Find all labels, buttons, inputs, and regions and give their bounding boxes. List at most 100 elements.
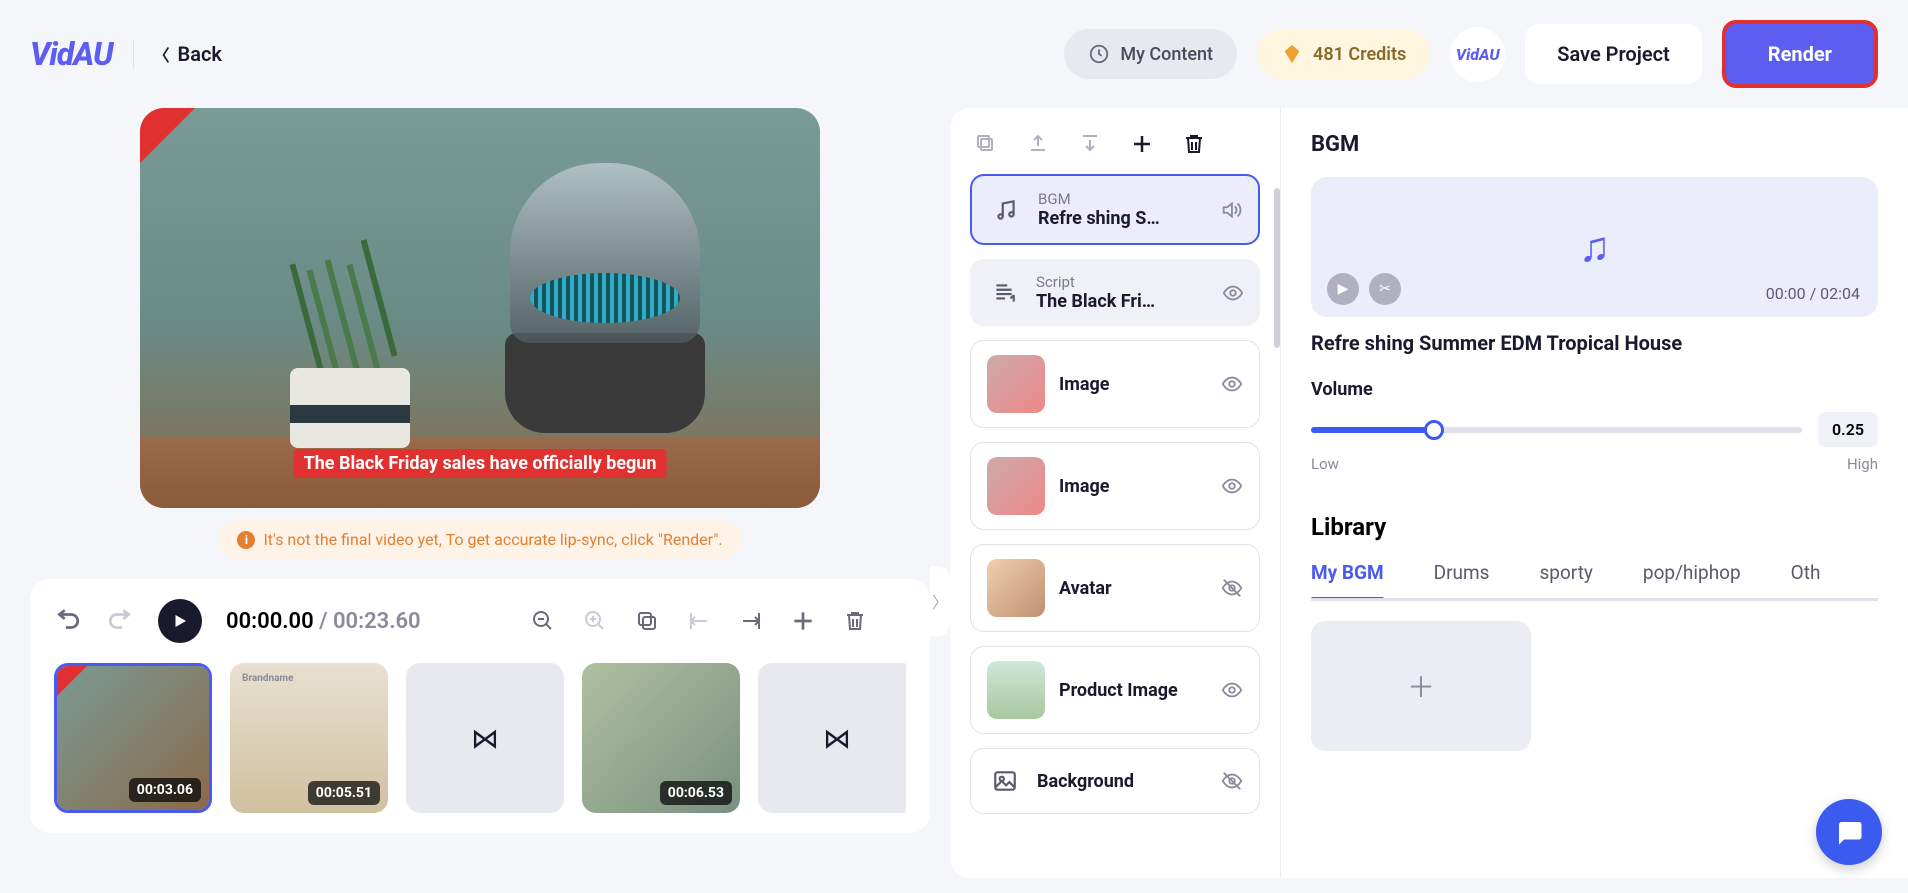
layer-product-image[interactable]: Product Image	[970, 646, 1260, 734]
clip-thumb[interactable]: Brandname00:05.51	[230, 663, 388, 813]
volume-low-label: Low	[1311, 455, 1339, 473]
layer-thumbnail	[987, 457, 1045, 515]
clip-thumb[interactable]: 00:06.53	[582, 663, 740, 813]
chat-fab[interactable]	[1816, 799, 1882, 865]
layer-subtitle: Refre shing S…	[1038, 208, 1206, 229]
eye-icon[interactable]	[1221, 679, 1243, 701]
eye-icon[interactable]	[1221, 373, 1243, 395]
divider	[133, 39, 134, 69]
bgm-properties-panel: BGM ♫ ▶ ✂ 00:00 / 02:04 Refre shing Summ…	[1280, 108, 1908, 878]
music-note-icon: ♫	[1579, 223, 1611, 272]
layer-bgm[interactable]: BGMRefre shing S…	[970, 174, 1260, 245]
send-backward-button[interactable]	[1078, 132, 1102, 156]
clip-thumb[interactable]: 00:03.06	[54, 663, 212, 813]
audio-preview: ♫ ▶ ✂ 00:00 / 02:04	[1311, 177, 1878, 317]
layer-image[interactable]: Image	[970, 442, 1260, 530]
library-tabs: My BGM Drums sporty pop/hiphop Oth	[1311, 561, 1878, 601]
trim-audio-button[interactable]: ✂	[1369, 273, 1401, 305]
layer-thumbnail	[987, 355, 1045, 413]
layer-script[interactable]: ScriptThe Black Fri…	[970, 259, 1260, 326]
volume-slider[interactable]	[1311, 427, 1802, 433]
credits-pill[interactable]: 481 Credits	[1257, 29, 1430, 79]
eye-icon[interactable]	[1221, 475, 1243, 497]
clock-icon	[1088, 43, 1110, 65]
layer-thumbnail	[987, 661, 1045, 719]
transition-thumb[interactable]: ⋈	[406, 663, 564, 813]
script-icon	[986, 275, 1022, 311]
info-icon: i	[237, 531, 255, 549]
my-content-button[interactable]: My Content	[1064, 29, 1237, 79]
align-left-button[interactable]	[685, 607, 713, 635]
duplicate-layer-button[interactable]	[974, 132, 998, 156]
image-icon	[987, 763, 1023, 799]
eye-icon[interactable]	[1222, 282, 1244, 304]
diamond-icon	[1281, 43, 1303, 65]
credits-label: 481 Credits	[1313, 44, 1406, 65]
video-preview[interactable]: The Black Friday sales have officially b…	[140, 108, 820, 508]
add-clip-button[interactable]	[789, 607, 817, 635]
clip-time: 00:03.06	[129, 778, 201, 802]
zoom-out-button[interactable]	[529, 607, 557, 635]
volume-high-label: High	[1847, 455, 1878, 473]
tab-my-bgm[interactable]: My BGM	[1311, 561, 1384, 598]
layer-subtitle: The Black Fri…	[1036, 291, 1208, 312]
layer-title: Script	[1036, 273, 1208, 291]
library-title: Library	[1311, 513, 1878, 541]
audio-timecode: 00:00 / 02:04	[1766, 284, 1860, 303]
brand-badge: VidAU	[1450, 27, 1505, 82]
music-icon	[988, 192, 1024, 228]
layer-title: Image	[1059, 476, 1207, 497]
undo-button[interactable]	[54, 607, 82, 635]
add-layer-button[interactable]	[1130, 132, 1154, 156]
panel-expand-handle[interactable]: 〉	[930, 566, 950, 636]
layer-title: BGM	[1038, 190, 1206, 208]
align-right-button[interactable]	[737, 607, 765, 635]
time-total: 00:23.60	[333, 609, 421, 634]
tab-other[interactable]: Oth	[1791, 561, 1821, 598]
clip-thumbnails: 00:03.06 Brandname00:05.51 ⋈ 00:06.53 ⋈ …	[54, 663, 906, 813]
delete-layer-button[interactable]	[1182, 132, 1206, 156]
transition-icon: ⋈	[471, 722, 499, 755]
chevron-left-icon: 〈	[154, 42, 170, 66]
back-button[interactable]: 〈 Back	[154, 42, 222, 66]
save-project-button[interactable]: Save Project	[1525, 24, 1702, 84]
layer-title: Avatar	[1059, 578, 1207, 599]
layer-background[interactable]: Background	[970, 748, 1260, 814]
hint-text: It's not the final video yet, To get acc…	[263, 530, 722, 549]
add-bgm-button[interactable]: ＋	[1311, 621, 1531, 751]
layer-title: Background	[1037, 771, 1207, 792]
timecode: 00:00.00 / 00:23.60	[226, 609, 421, 634]
layer-avatar[interactable]: Avatar	[970, 544, 1260, 632]
play-button[interactable]	[158, 599, 202, 643]
tab-pop-hiphop[interactable]: pop/hiphop	[1643, 561, 1741, 598]
layer-image[interactable]: Image	[970, 340, 1260, 428]
volume-value: 0.25	[1818, 412, 1878, 447]
transition-thumb[interactable]: ⋈	[758, 663, 906, 813]
back-label: Back	[178, 42, 222, 66]
track-name: Refre shing Summer EDM Tropical House	[1311, 331, 1878, 355]
clip-time: 00:06.53	[660, 781, 732, 805]
redo-button[interactable]	[106, 607, 134, 635]
bring-forward-button[interactable]	[1026, 132, 1050, 156]
copy-button[interactable]	[633, 607, 661, 635]
tab-sporty[interactable]: sporty	[1540, 561, 1593, 598]
scrollbar[interactable]	[1274, 188, 1280, 348]
clip-time: 00:05.51	[308, 781, 380, 805]
layer-thumbnail	[987, 559, 1045, 617]
layer-title: Image	[1059, 374, 1207, 395]
eye-off-icon[interactable]	[1221, 770, 1243, 792]
app-logo: VidAU	[30, 35, 113, 73]
render-button[interactable]: Render	[1722, 20, 1878, 88]
caption-text: The Black Friday sales have officially b…	[294, 449, 667, 478]
play-audio-button[interactable]: ▶	[1327, 273, 1359, 305]
eye-off-icon[interactable]	[1221, 577, 1243, 599]
volume-label: Volume	[1311, 379, 1878, 400]
sound-icon[interactable]	[1220, 199, 1242, 221]
zoom-in-button[interactable]	[581, 607, 609, 635]
render-hint: i It's not the final video yet, To get a…	[219, 520, 740, 559]
chat-icon	[1834, 817, 1864, 847]
tab-drums[interactable]: Drums	[1434, 561, 1490, 598]
transition-icon: ⋈	[823, 722, 851, 755]
delete-clip-button[interactable]	[841, 607, 869, 635]
layers-panel: BGMRefre shing S… ScriptThe Black Fri… I…	[950, 108, 1280, 878]
